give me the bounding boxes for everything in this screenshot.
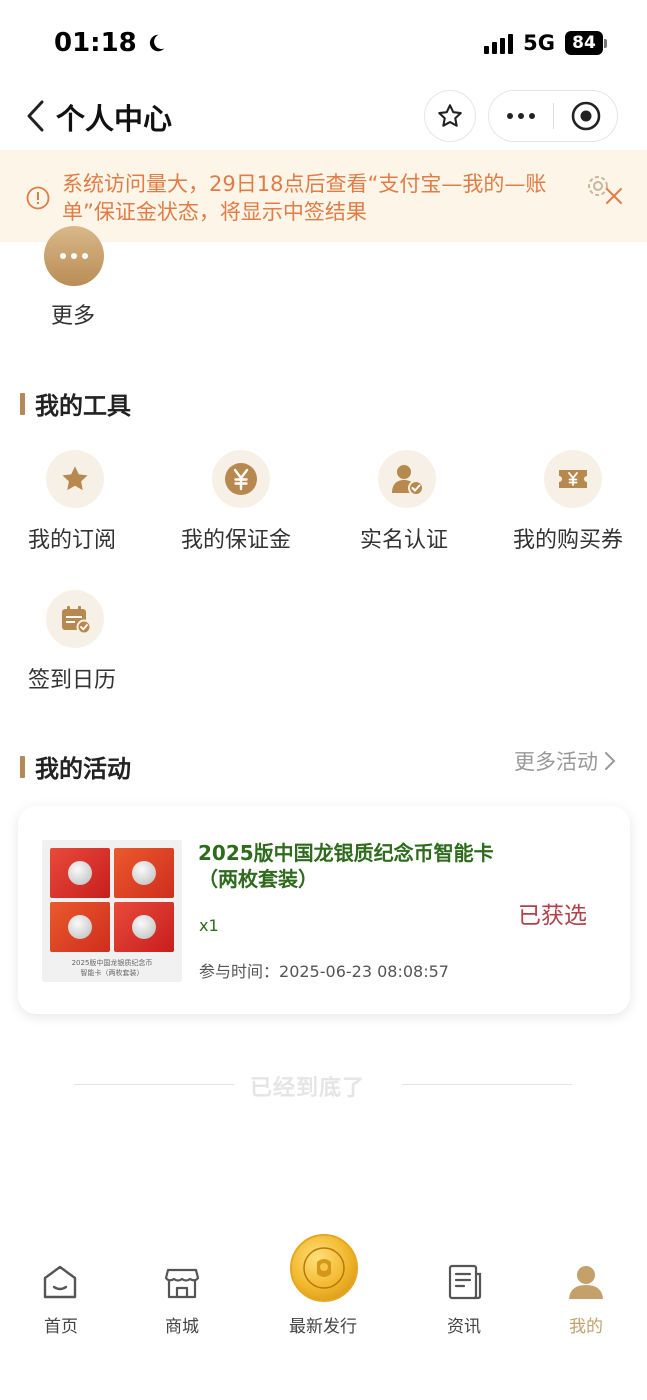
end-divider-left bbox=[74, 1084, 234, 1085]
miniapp-capsule bbox=[488, 90, 618, 142]
status-bar: 01:18 5G 84 bbox=[0, 0, 647, 86]
star-outline-icon bbox=[438, 104, 462, 127]
tools-section-header: 我的工具 bbox=[20, 386, 131, 421]
tool-label: 实名认证 bbox=[360, 528, 449, 553]
nav-header: 个人中心 bbox=[0, 86, 647, 146]
info-icon bbox=[26, 186, 50, 210]
more-dots-icon bbox=[44, 226, 104, 286]
section-accent-bar bbox=[20, 755, 25, 778]
calendar-check-icon bbox=[46, 590, 104, 648]
target-close-icon bbox=[571, 101, 600, 131]
tool-label: 我的购买券 bbox=[513, 528, 624, 553]
activity-time: 参与时间：2025-06-23 08:08:57 bbox=[199, 958, 449, 982]
close-miniapp-button[interactable] bbox=[554, 91, 617, 141]
status-time: 01:18 bbox=[54, 28, 167, 58]
tab-label: 资讯 bbox=[447, 1317, 481, 1337]
tool-label: 我的订阅 bbox=[28, 528, 117, 553]
more-menu-button[interactable] bbox=[489, 91, 553, 141]
favorite-button[interactable] bbox=[424, 90, 476, 142]
more-activities-link[interactable]: 更多活动 bbox=[514, 746, 616, 776]
tab-label: 最新发行 bbox=[289, 1317, 357, 1337]
gold-coin-icon bbox=[290, 1234, 358, 1302]
activities-section-title: 我的活动 bbox=[35, 755, 131, 783]
activity-quantity: x1 bbox=[199, 916, 219, 935]
time-label: 参与时间： bbox=[199, 962, 280, 981]
tools-section-title: 我的工具 bbox=[35, 392, 131, 420]
bottom-tab-bar: 首页 商城 最新发行 资讯 我的 bbox=[0, 1230, 647, 1400]
signal-icon bbox=[484, 32, 514, 54]
store-icon bbox=[164, 1268, 200, 1299]
back-arrow-icon[interactable] bbox=[22, 98, 50, 134]
section-accent-bar bbox=[20, 392, 25, 415]
chevron-right-icon bbox=[605, 752, 616, 770]
activities-section-header: 我的活动 bbox=[20, 749, 131, 784]
activity-title: 2025版中国龙银质纪念币智能卡 （两枚套装） bbox=[198, 841, 494, 891]
star-icon bbox=[46, 450, 104, 508]
thumbnail-caption: 2025版中国龙银质纪念币 智能卡（两枚套装） bbox=[71, 959, 153, 977]
tab-label: 商城 bbox=[165, 1317, 199, 1337]
time-value: 2025-06-23 08:08:57 bbox=[279, 962, 449, 981]
page-title: 个人中心 bbox=[56, 102, 173, 136]
end-divider-right bbox=[402, 1084, 572, 1085]
moon-icon bbox=[149, 34, 165, 52]
tool-label: 我的保证金 bbox=[181, 528, 292, 553]
status-indicators: 5G 84 bbox=[484, 31, 607, 55]
activity-status-badge: 已获选 bbox=[518, 903, 587, 929]
verified-user-icon bbox=[378, 450, 436, 508]
more-activities-label: 更多活动 bbox=[514, 750, 598, 774]
product-thumbnail: 2025版中国龙银质纪念币 智能卡（两枚套装） bbox=[42, 840, 182, 982]
ticket-icon bbox=[544, 450, 602, 508]
battery-icon: 84 bbox=[565, 31, 607, 55]
more-shortcut-button[interactable] bbox=[44, 226, 106, 286]
more-shortcut-label: 更多 bbox=[51, 304, 96, 329]
home-icon bbox=[43, 1265, 77, 1299]
activity-card[interactable]: 2025版中国龙银质纪念币 智能卡（两枚套装） 2025版中国龙银质纪念币智能卡… bbox=[18, 806, 630, 1014]
tab-label: 首页 bbox=[44, 1317, 78, 1337]
notice-text: 系统访问量大，29日18点后查看“支付宝—我的—账单”保证金状态，将显示中签结果 bbox=[62, 172, 547, 224]
close-icon[interactable] bbox=[602, 184, 626, 208]
battery-level: 84 bbox=[565, 31, 603, 55]
profile-icon bbox=[569, 1266, 603, 1299]
yen-coin-icon bbox=[212, 450, 270, 508]
network-type: 5G bbox=[523, 31, 555, 55]
clock-text: 01:18 bbox=[54, 28, 137, 58]
tool-label: 签到日历 bbox=[28, 668, 117, 693]
end-of-list-text: 已经到底了 bbox=[250, 1076, 366, 1101]
tab-label: 我的 bbox=[569, 1317, 603, 1337]
news-icon bbox=[448, 1264, 482, 1300]
